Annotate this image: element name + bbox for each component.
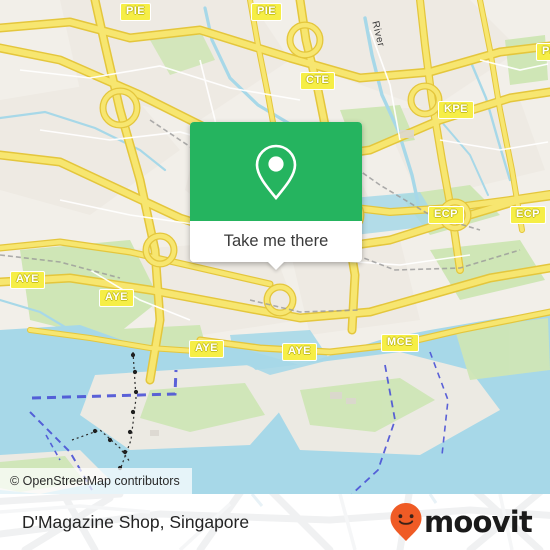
moovit-location-card-screen: PIE PIE PIE CTE KPE ECP ECP AYE AYE AYE … [0, 0, 550, 550]
map-label-mce: MCE [381, 334, 419, 352]
moovit-pin-icon [390, 503, 422, 541]
bottom-info-bar: D'Magazine Shop, Singapore moovit [0, 494, 550, 550]
card-pointer-tail [267, 261, 285, 270]
map-label-aye-2: AYE [99, 289, 134, 307]
map-label-cte: CTE [300, 72, 336, 90]
take-me-there-label: Take me there [223, 232, 329, 250]
card-icon-header [190, 122, 362, 221]
map-label-pie-2: PIE [251, 3, 282, 21]
map-label-aye-3: AYE [189, 340, 224, 358]
map-canvas[interactable]: PIE PIE PIE CTE KPE ECP ECP AYE AYE AYE … [0, 0, 550, 494]
openstreetmap-attribution[interactable]: © OpenStreetMap contributors [0, 468, 192, 494]
location-popup-card[interactable]: Take me there [190, 122, 362, 270]
map-label-aye-1: AYE [10, 271, 45, 289]
map-pin-icon [255, 144, 297, 200]
map-label-ecp-2: ECP [510, 206, 546, 224]
map-label-aye-4: AYE [282, 343, 317, 361]
moovit-wordmark: moovit [424, 504, 533, 539]
map-label-ecp-1: ECP [428, 206, 464, 224]
map-label-kpe: KPE [438, 101, 474, 119]
poi-title: D'Magazine Shop, Singapore [22, 511, 250, 532]
take-me-there-button[interactable]: Take me there [190, 221, 362, 262]
map-label-pie-3: PIE [536, 43, 550, 61]
moovit-logo[interactable]: moovit [389, 502, 533, 542]
attribution-text: © OpenStreetMap contributors [10, 474, 180, 488]
map-label-pie-1: PIE [120, 3, 151, 21]
